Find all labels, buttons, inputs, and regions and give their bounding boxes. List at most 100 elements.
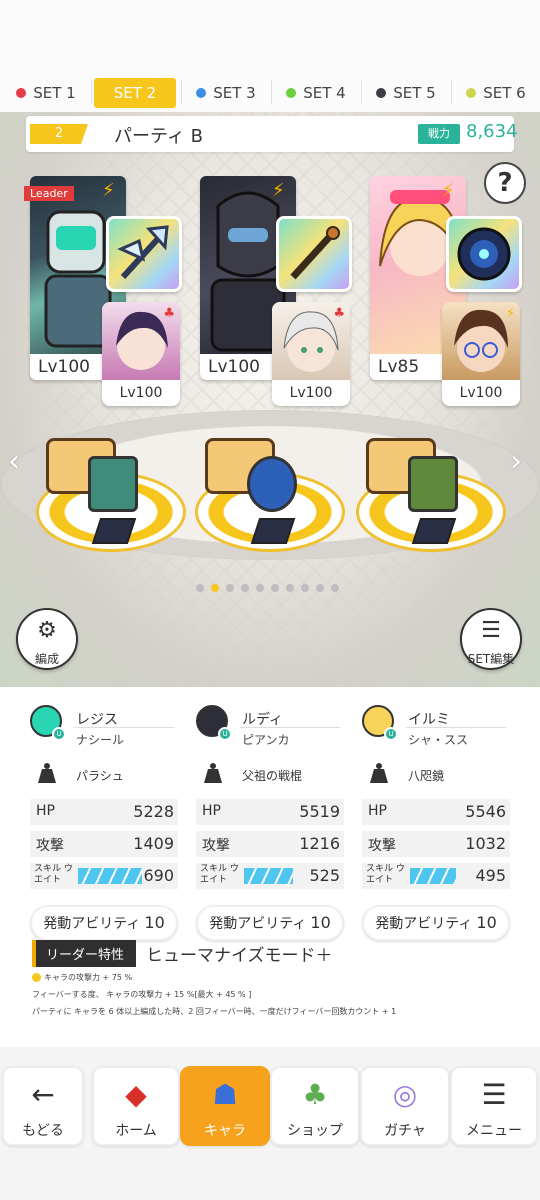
attack-stat: 攻撃 1409 — [30, 831, 178, 857]
hp-stat: HP 5228 — [30, 799, 178, 825]
weapon-bag-icon — [38, 763, 56, 783]
list-icon: ☰ — [481, 618, 501, 643]
suit-mark-icon: ♣ — [333, 306, 345, 321]
nav-character[interactable]: ☗ キャラ — [180, 1066, 270, 1146]
party-screen: { "set_tabs": [ {"label": "SET 1", "colo… — [0, 0, 540, 1200]
skill-wait-bar — [244, 868, 293, 884]
gacha-icon: ◎ — [392, 1078, 418, 1111]
ability-button[interactable]: 発動アビリティ 10 — [362, 905, 510, 941]
ability-button[interactable]: 発動アビリティ 10 — [30, 905, 178, 941]
tab-set-2[interactable]: SET 2 — [94, 78, 176, 108]
attack-stat: 攻撃 1032 — [362, 831, 510, 857]
leader-trait-title: ヒューマナイズモード＋ — [146, 945, 333, 966]
badge-icon: U — [384, 727, 398, 741]
menu-icon: ☰ — [481, 1078, 507, 1111]
weapon-bag-icon — [204, 763, 222, 783]
mirror-figure-icon — [247, 456, 297, 512]
bottom-navigation: ← もどる ◆ ホーム ☗ キャラ ♣ ショップ ◎ ガチャ ☰ メニュー — [0, 1062, 540, 1200]
lightning-icon: ⚡ — [272, 180, 285, 201]
set-edit-button[interactable]: ☰ SET編集 — [460, 608, 522, 670]
tab-set-1[interactable]: SET 1 — [4, 78, 88, 108]
skill-wait-stat: スキル ウエイト 525 — [196, 863, 344, 889]
sub-character-card[interactable]: ♣ Lv100 — [272, 302, 350, 406]
pedestal-2[interactable] — [195, 420, 345, 552]
stats-column-3: U イルミ シャ・スス 八咫鏡 HP 5546 攻撃 1032 スキル ウエイト 49… — [362, 705, 510, 941]
party-number: 2 — [30, 124, 88, 144]
skill-wait-stat: スキル ウエイト 495 — [362, 863, 510, 889]
nav-shop[interactable]: ♣ ショップ — [270, 1066, 360, 1146]
shop-icon: ♣ — [302, 1078, 328, 1111]
weapon-slot[interactable] — [106, 216, 182, 292]
weapon-figure-icon — [88, 456, 138, 512]
home-icon: ◆ — [125, 1078, 147, 1111]
nav-back[interactable]: ← もどる — [2, 1066, 84, 1146]
weapon-slot[interactable] — [276, 216, 352, 292]
halberd-icon — [117, 225, 169, 280]
tab-set-4[interactable]: SET 4 — [274, 78, 358, 108]
weapon-name: 八咫鏡 — [408, 769, 445, 783]
badge-icon: U — [52, 727, 66, 741]
lightning-icon: ⚡ — [505, 306, 515, 321]
suit-mark-icon: ♣ — [163, 306, 175, 321]
character-icon: ☗ — [212, 1078, 238, 1111]
hp-stat: HP 5519 — [196, 799, 344, 825]
character-name: レジス — [76, 712, 118, 728]
nav-gacha[interactable]: ◎ ガチャ — [360, 1066, 450, 1146]
character-name: イルミ — [408, 712, 450, 728]
coin-icon — [32, 973, 41, 982]
skill-wait-stat: スキル ウエイト 690 — [30, 863, 178, 889]
prev-arrow-icon[interactable]: ‹ — [8, 444, 20, 479]
character-slot-2[interactable]: Lv100 ⚡ ♣ Lv100 — [200, 176, 352, 406]
mace-icon — [290, 226, 340, 280]
character-name: ルディ — [242, 712, 284, 728]
ability-button[interactable]: 発動アビリティ 10 — [196, 905, 344, 941]
leader-trait-label: リーダー特性 — [32, 939, 137, 967]
weapon-bag-icon — [370, 763, 388, 783]
character-slot-1[interactable]: Lv100 Leader ⚡ ♣ Lv100 — [24, 176, 182, 406]
weapon-name: パラシュ — [76, 769, 124, 783]
sub-character-card[interactable]: ⚡ Lv100 — [442, 302, 520, 406]
pedestal-3[interactable] — [356, 420, 506, 552]
pedestal-1[interactable] — [36, 420, 186, 552]
sub-character-card[interactable]: ♣ Lv100 — [102, 302, 180, 406]
set-5-dot — [376, 88, 387, 98]
attack-stat: 攻撃 1216 — [196, 831, 344, 857]
tab-set-5[interactable]: SET 5 — [364, 78, 448, 108]
nav-home[interactable]: ◆ ホーム — [92, 1066, 180, 1146]
set-3-dot — [196, 88, 207, 98]
party-name: パーティ B — [114, 126, 203, 147]
back-arrow-icon: ← — [31, 1078, 55, 1111]
set-6-dot — [466, 88, 477, 98]
skill-wait-bar — [410, 868, 457, 884]
sub-character-level: Lv100 — [459, 385, 503, 401]
set-tab-bar: SET 1 SET 2 SET 3 SET 4 SET 5 SET 6 — [0, 0, 540, 112]
hp-stat: HP 5546 — [362, 799, 510, 825]
set-4-dot — [286, 88, 297, 98]
page-indicator — [196, 584, 339, 592]
character-slot-3[interactable]: Lv85 ⚡ ⚡ Lv100 — [370, 176, 522, 406]
edit-party-button[interactable]: ⚙ 編成 — [16, 608, 78, 670]
stats-column-1: U レジス ナシール パラシュ HP 5228 攻撃 1409 スキル ウエイト 69… — [30, 705, 178, 941]
power-value: 8,634 — [466, 121, 518, 142]
weapon-name: 父祖の戦棍 — [242, 769, 303, 783]
lightning-icon: ⚡ — [102, 180, 115, 201]
sub-character-name: ピアンカ — [242, 733, 290, 747]
sub-character-name: シャ・スス — [408, 733, 469, 747]
power-label: 戦力 — [418, 124, 460, 144]
nav-menu[interactable]: ☰ メニュー — [450, 1066, 538, 1146]
weapon-slot[interactable] — [446, 216, 522, 292]
book-figure-icon — [408, 456, 458, 512]
party-header[interactable]: 2 パーティ B 戦力 8,634 — [26, 116, 518, 152]
leader-trait: リーダー特性 ヒューマナイズモード＋ キャラの攻撃力 + 75 % フィーバーす… — [32, 939, 512, 1017]
skill-wait-bar — [78, 868, 143, 884]
stats-column-2: U ルディ ピアンカ 父祖の戦棍 HP 5519 攻撃 1216 スキル ウエイト 5… — [196, 705, 344, 941]
lightning-icon: ⚡ — [442, 180, 455, 201]
next-arrow-icon[interactable]: › — [510, 444, 522, 479]
sub-character-name: ナシール — [76, 733, 125, 747]
tab-set-3[interactable]: SET 3 — [184, 78, 268, 108]
leader-tag: Leader — [24, 186, 74, 201]
set-1-dot — [16, 88, 27, 98]
badge-icon: U — [218, 727, 232, 741]
person-gear-icon: ⚙ — [37, 618, 57, 643]
tab-set-6[interactable]: SET 6 — [454, 78, 538, 108]
